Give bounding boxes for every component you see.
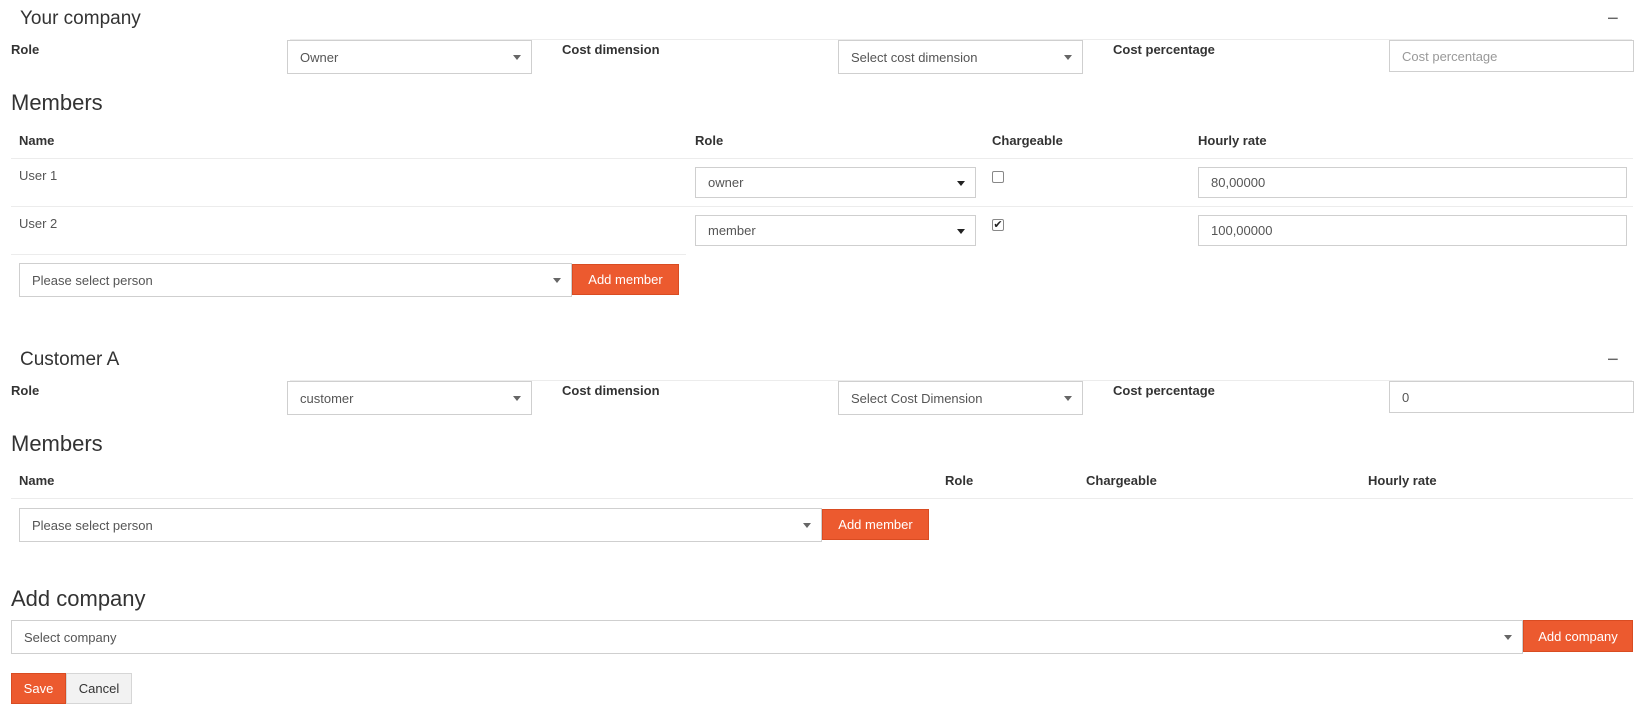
member-role-select[interactable]: member	[695, 215, 976, 246]
collapse-icon[interactable]: −	[1607, 350, 1619, 370]
chevron-down-icon	[1064, 55, 1072, 60]
person-select-value: Please select person	[32, 517, 153, 533]
company-role-select[interactable]: customer	[287, 381, 532, 415]
role-label: Role	[11, 42, 40, 57]
role-label: Role	[11, 383, 40, 398]
add-member-button[interactable]: Add member	[572, 264, 679, 295]
cost-dimension-value: Select cost dimension	[851, 49, 978, 65]
save-button[interactable]: Save	[11, 673, 66, 704]
member-name: User 1	[19, 168, 58, 183]
column-header-chargeable: Chargeable	[992, 133, 1063, 148]
chevron-down-icon	[957, 180, 965, 186]
chevron-down-icon	[957, 228, 965, 234]
divider	[11, 206, 1633, 207]
company-role-value: Owner	[300, 49, 339, 65]
member-role-select[interactable]: owner	[695, 167, 976, 198]
person-select-value: Please select person	[32, 272, 153, 288]
members-heading: Members	[11, 431, 103, 456]
cost-percentage-input[interactable]	[1389, 381, 1634, 413]
add-company-heading: Add company	[11, 586, 146, 611]
member-name: User 2	[19, 216, 58, 231]
chevron-down-icon	[1064, 396, 1072, 401]
chevron-down-icon	[803, 523, 811, 528]
chargeable-checkbox[interactable]: ✔	[992, 219, 1004, 231]
cost-dimension-label: Cost dimension	[562, 42, 660, 57]
company-select[interactable]: Select company	[11, 620, 1523, 654]
person-select[interactable]: Please select person	[19, 263, 572, 297]
divider	[11, 158, 1633, 159]
checkmark-icon: ✔	[993, 219, 1003, 231]
cost-dimension-label: Cost dimension	[562, 383, 660, 398]
column-header-role: Role	[945, 473, 974, 488]
chevron-down-icon	[553, 278, 561, 283]
collapse-icon[interactable]: −	[1607, 9, 1619, 29]
column-header-role: Role	[695, 133, 724, 148]
cost-percentage-label: Cost percentage	[1113, 383, 1215, 398]
column-header-name: Name	[19, 473, 55, 488]
column-header-hourly-rate: Hourly rate	[1198, 133, 1267, 148]
company-title: Customer A	[20, 349, 120, 370]
company-role-select[interactable]: Owner	[287, 40, 532, 74]
divider	[11, 498, 1633, 499]
member-role-value: member	[708, 223, 756, 238]
company-title: Your company	[20, 8, 141, 29]
cost-dimension-select[interactable]: Select cost dimension	[838, 40, 1083, 74]
cost-percentage-input[interactable]	[1389, 40, 1634, 72]
cost-dimension-value: Select Cost Dimension	[851, 390, 983, 406]
chevron-down-icon	[513, 396, 521, 401]
person-select[interactable]: Please select person	[19, 508, 822, 542]
add-company-button[interactable]: Add company	[1523, 620, 1633, 652]
cost-dimension-select[interactable]: Select Cost Dimension	[838, 381, 1083, 415]
company-select-value: Select company	[24, 629, 117, 645]
hourly-rate-input[interactable]	[1198, 167, 1627, 198]
cost-percentage-label: Cost percentage	[1113, 42, 1215, 57]
chargeable-checkbox[interactable]	[992, 171, 1004, 183]
column-header-chargeable: Chargeable	[1086, 473, 1157, 488]
members-heading: Members	[11, 90, 103, 115]
add-member-button[interactable]: Add member	[822, 509, 929, 540]
column-header-hourly-rate: Hourly rate	[1368, 473, 1437, 488]
cancel-button[interactable]: Cancel	[66, 673, 132, 704]
chevron-down-icon	[513, 55, 521, 60]
company-role-value: customer	[300, 390, 354, 406]
hourly-rate-input[interactable]	[1198, 215, 1627, 246]
divider	[11, 254, 686, 255]
chevron-down-icon	[1504, 635, 1512, 640]
column-header-name: Name	[19, 133, 55, 148]
member-role-value: owner	[708, 175, 744, 190]
